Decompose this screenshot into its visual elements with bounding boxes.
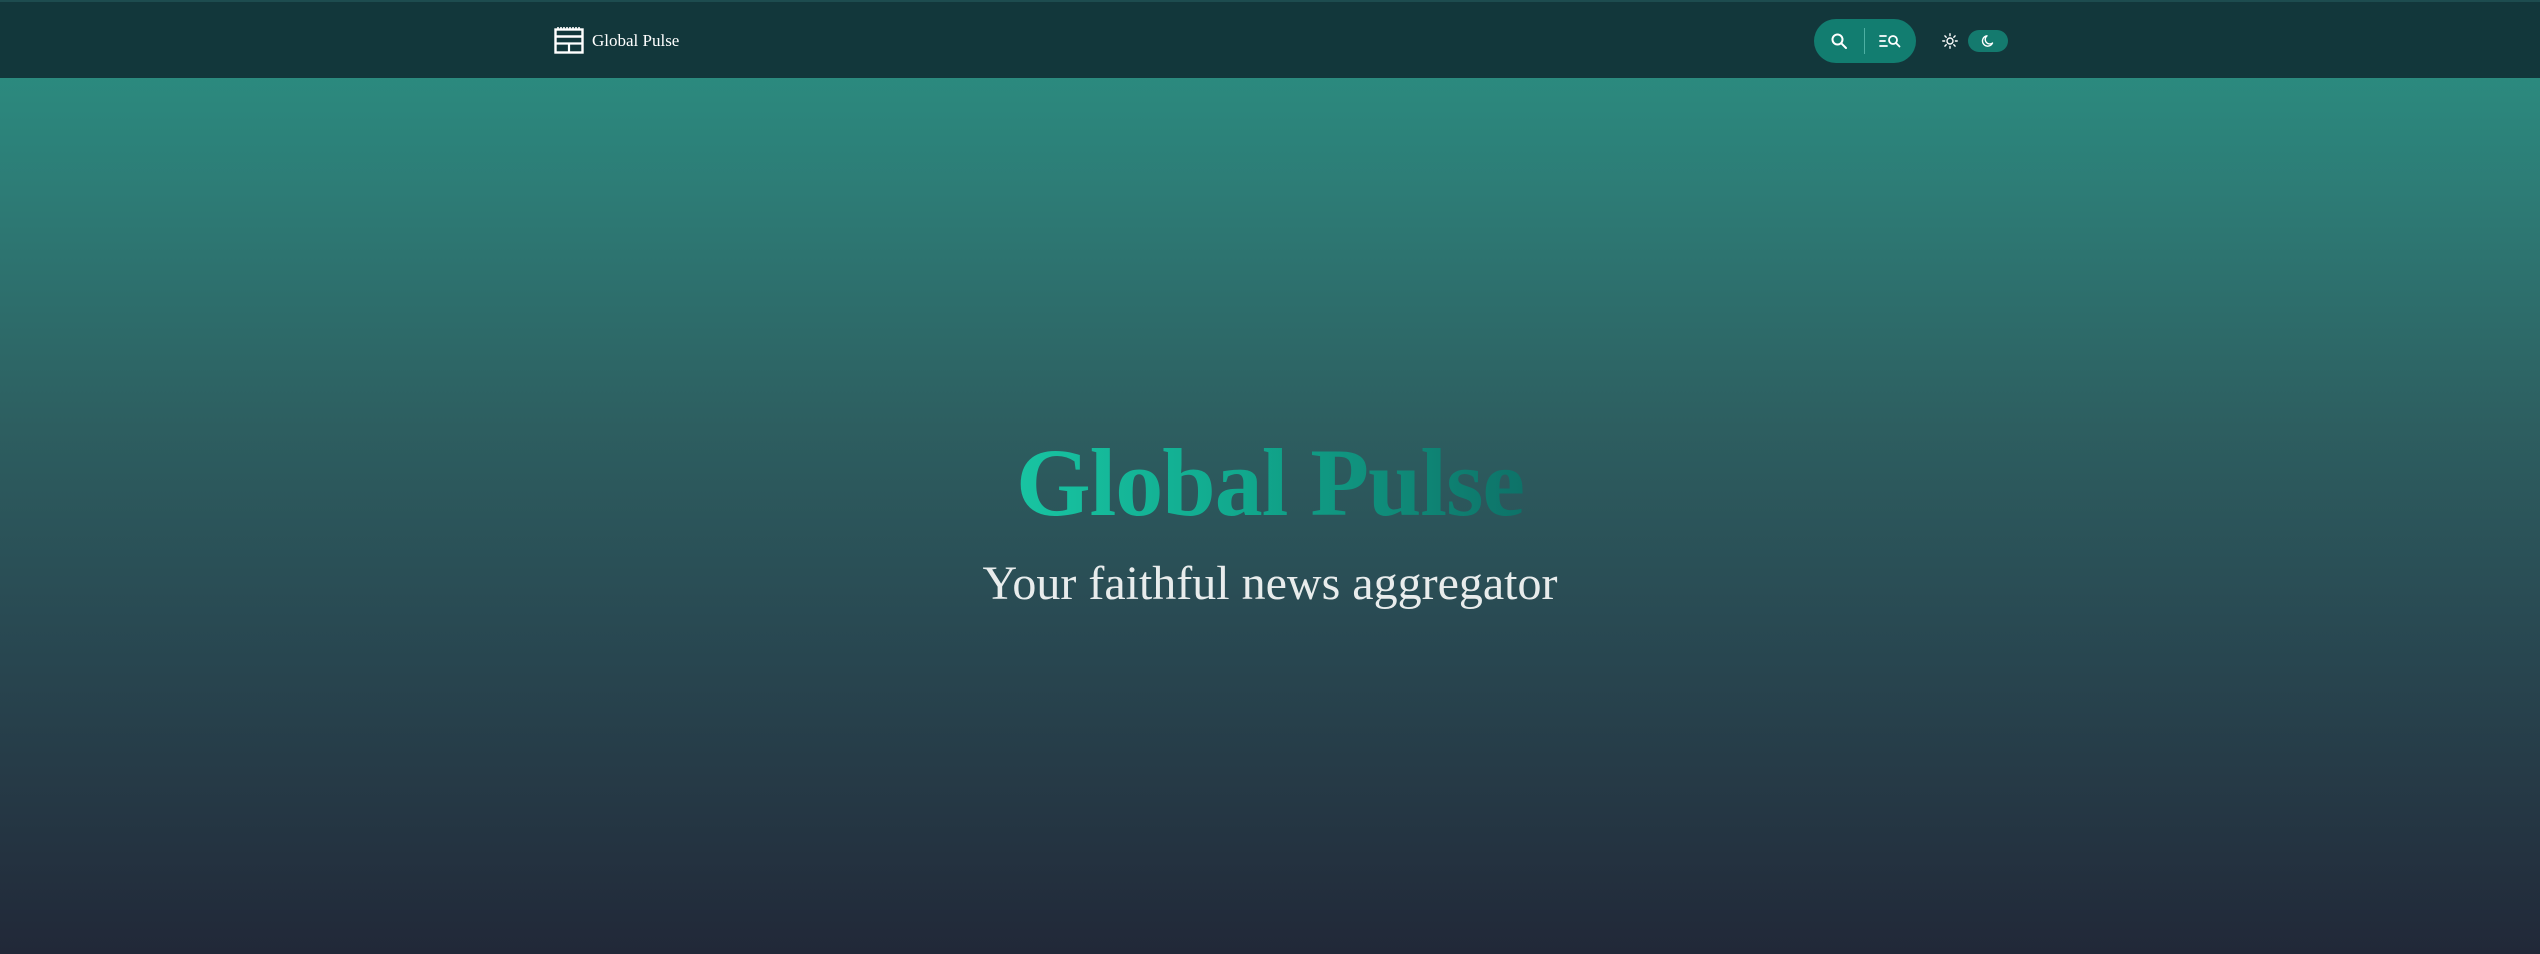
brand-link[interactable]: Global Pulse bbox=[554, 26, 679, 54]
sun-icon bbox=[1942, 33, 1958, 49]
search-icon bbox=[1831, 33, 1847, 49]
list-search-icon bbox=[1879, 35, 1901, 48]
brand-name: Global Pulse bbox=[592, 31, 680, 50]
advanced-search-button[interactable] bbox=[1865, 19, 1915, 63]
moon-icon bbox=[1981, 35, 1994, 47]
top-navbar: Global Pulse bbox=[0, 0, 2540, 78]
page: Global Pulse Global Pulse Your faithful … bbox=[0, 0, 2540, 954]
hero-subtitle: Your faithful news aggregator bbox=[982, 556, 1558, 610]
hero-section: Global Pulse Your faithful news aggregat… bbox=[0, 430, 2540, 610]
dark-mode-button[interactable] bbox=[1968, 30, 2008, 52]
search-group bbox=[1814, 19, 1916, 63]
light-mode-button[interactable] bbox=[1940, 31, 1960, 51]
search-button[interactable] bbox=[1814, 19, 1864, 63]
theme-toggle bbox=[1940, 30, 2008, 52]
newspaper-icon bbox=[554, 27, 584, 54]
hero-title: Global Pulse bbox=[1015, 429, 1525, 536]
